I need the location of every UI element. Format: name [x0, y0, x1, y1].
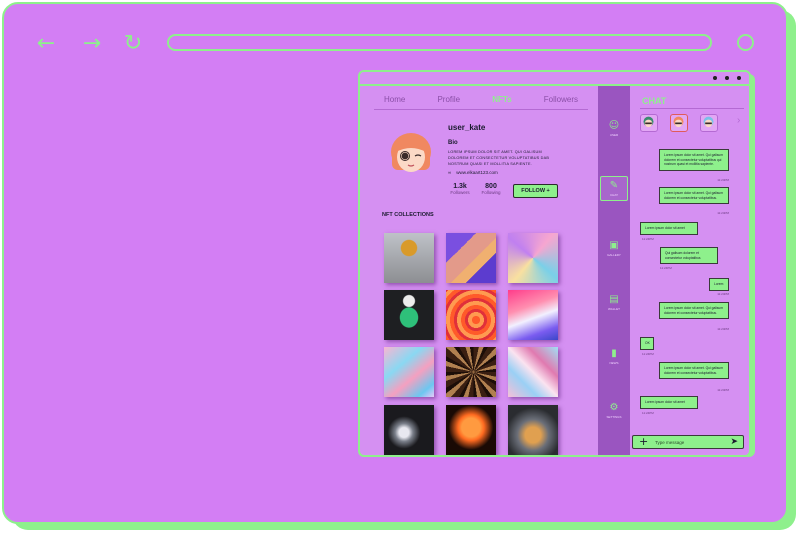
chat-contact-avatar[interactable]: [640, 114, 658, 132]
message-time: 11:24PM: [717, 388, 729, 392]
nft-tile[interactable]: [446, 347, 496, 397]
nft-tile[interactable]: [446, 233, 496, 283]
profile-tabs: Home Profile NFTs Followers: [374, 94, 588, 110]
nav-chat-label: CHAT: [610, 193, 618, 197]
nft-tile[interactable]: [446, 405, 496, 455]
chat-message: Lorem ipsum dolor sit amet. Qui galisum …: [659, 149, 729, 171]
chat-icon: ✎: [609, 180, 619, 191]
nav-chat[interactable]: ✎ CHAT: [600, 176, 628, 201]
nav-news[interactable]: ▮ NEWS: [600, 348, 628, 365]
followers-stat[interactable]: 1.3k Followers: [448, 183, 472, 195]
address-bar[interactable]: [167, 34, 712, 51]
nft-tile[interactable]: [384, 290, 434, 340]
chat-message: OK: [640, 337, 654, 350]
plus-icon[interactable]: +: [639, 436, 648, 448]
message-time: 11:24PM: [642, 352, 654, 356]
message-time: 11:24PM: [642, 237, 654, 241]
nav-news-label: NEWS: [609, 361, 619, 365]
nav-gallery[interactable]: ▣ GALLERY: [600, 240, 628, 257]
nav-user[interactable]: ☺ USER: [600, 120, 628, 137]
chat-title: CHAT: [642, 96, 667, 106]
nft-tile[interactable]: [508, 405, 558, 455]
nft-tile[interactable]: [384, 405, 434, 455]
nav-wallet-label: WALLET: [608, 307, 620, 311]
nft-tile[interactable]: [508, 290, 558, 340]
profile-link[interactable]: www.elkaart123.com: [456, 170, 498, 175]
arrow-right-icon[interactable]: →: [80, 32, 104, 56]
following-stat[interactable]: 800 Following: [479, 183, 503, 195]
link-icon: ∞: [448, 170, 452, 175]
nav-settings-label: SETTINGS: [606, 415, 622, 419]
avatar: [391, 133, 431, 172]
profile-link-row[interactable]: ∞ www.elkaart123.com: [448, 170, 498, 175]
wallet-icon: ▤: [609, 294, 619, 305]
message-time: 11:24PM: [717, 292, 729, 296]
app-window: Home Profile NFTs Followers user_kate Bi…: [358, 70, 751, 457]
profile-username: user_kate: [448, 123, 486, 132]
circle-icon[interactable]: [737, 34, 754, 51]
message-time: 11:24PM: [717, 178, 729, 182]
nft-tile[interactable]: [384, 233, 434, 283]
window-dot: [725, 76, 729, 80]
chat-contact-avatar[interactable]: [700, 114, 718, 132]
window-dot: [713, 76, 717, 80]
chat-contact-avatar[interactable]: [670, 114, 688, 132]
send-icon[interactable]: ➤: [730, 437, 738, 447]
tab-followers[interactable]: Followers: [544, 94, 578, 109]
chat-message: Lorem ipsum dolor sit amet: [640, 222, 698, 235]
message-time: 11:24PM: [642, 411, 654, 415]
nav-settings[interactable]: ⚙ SETTINGS: [600, 402, 628, 419]
tab-profile[interactable]: Profile: [437, 94, 460, 109]
bio-title: Bio: [448, 140, 458, 146]
message-time: 11:24PM: [717, 327, 729, 331]
followers-label: Followers: [450, 190, 470, 195]
chat-message: Lorem ipsum dolor sit amet. Qui galisum …: [659, 187, 729, 205]
arrow-left-icon[interactable]: ←: [34, 32, 58, 56]
nft-tile[interactable]: [446, 290, 496, 340]
document-icon: ▮: [611, 348, 617, 359]
chat-message: Lorem ipsum dolor sit amet. Qui galisum …: [659, 302, 729, 320]
nav-wallet[interactable]: ▤ WALLET: [600, 294, 628, 311]
gear-icon: ⚙: [609, 402, 619, 413]
tab-home[interactable]: Home: [384, 94, 405, 109]
chat-message: Lorem: [709, 278, 729, 291]
following-count: 800: [485, 183, 497, 190]
nft-tile[interactable]: [508, 233, 558, 283]
chat-divider: [640, 108, 744, 109]
window-titlebar: [360, 72, 749, 86]
nav-gallery-label: GALLERY: [607, 253, 621, 257]
side-navigation: ☺ USER ✎ CHAT ▣ GALLERY ▤ WALLET ▮ NEWS …: [598, 86, 630, 455]
message-input[interactable]: Type message: [655, 440, 684, 445]
chevron-right-icon[interactable]: ›: [737, 115, 740, 126]
following-label: Following: [481, 190, 501, 195]
followers-count: 1.3k: [453, 183, 467, 190]
nft-tile[interactable]: [508, 347, 558, 397]
nft-tile[interactable]: [384, 347, 434, 397]
chat-message: Qui galisum dolorem et consectetur volup…: [660, 247, 718, 265]
message-composer[interactable]: + Type message ➤: [632, 435, 744, 449]
nav-user-label: USER: [609, 133, 619, 137]
avatar-icon: ☺: [608, 120, 620, 131]
nft-collections-title: NFT COLLECTIONS: [382, 212, 434, 218]
message-time: 11:24PM: [660, 266, 672, 270]
tab-nfts[interactable]: NFTs: [492, 94, 511, 109]
chat-message: Lorem ipsum dolor sit amet: [640, 396, 698, 409]
window-dot: [737, 76, 741, 80]
reload-icon[interactable]: ↻: [121, 32, 145, 56]
chat-message: Lorem ipsum dolor sit amet. Qui galisum …: [659, 362, 729, 380]
bio-text: LOREM IPSUM DOLOR SIT AMET. QUI GALISUM …: [448, 150, 550, 166]
follow-button[interactable]: FOLLOW +: [513, 184, 558, 198]
message-time: 11:24PM: [717, 211, 729, 215]
image-icon: ▣: [609, 240, 619, 251]
